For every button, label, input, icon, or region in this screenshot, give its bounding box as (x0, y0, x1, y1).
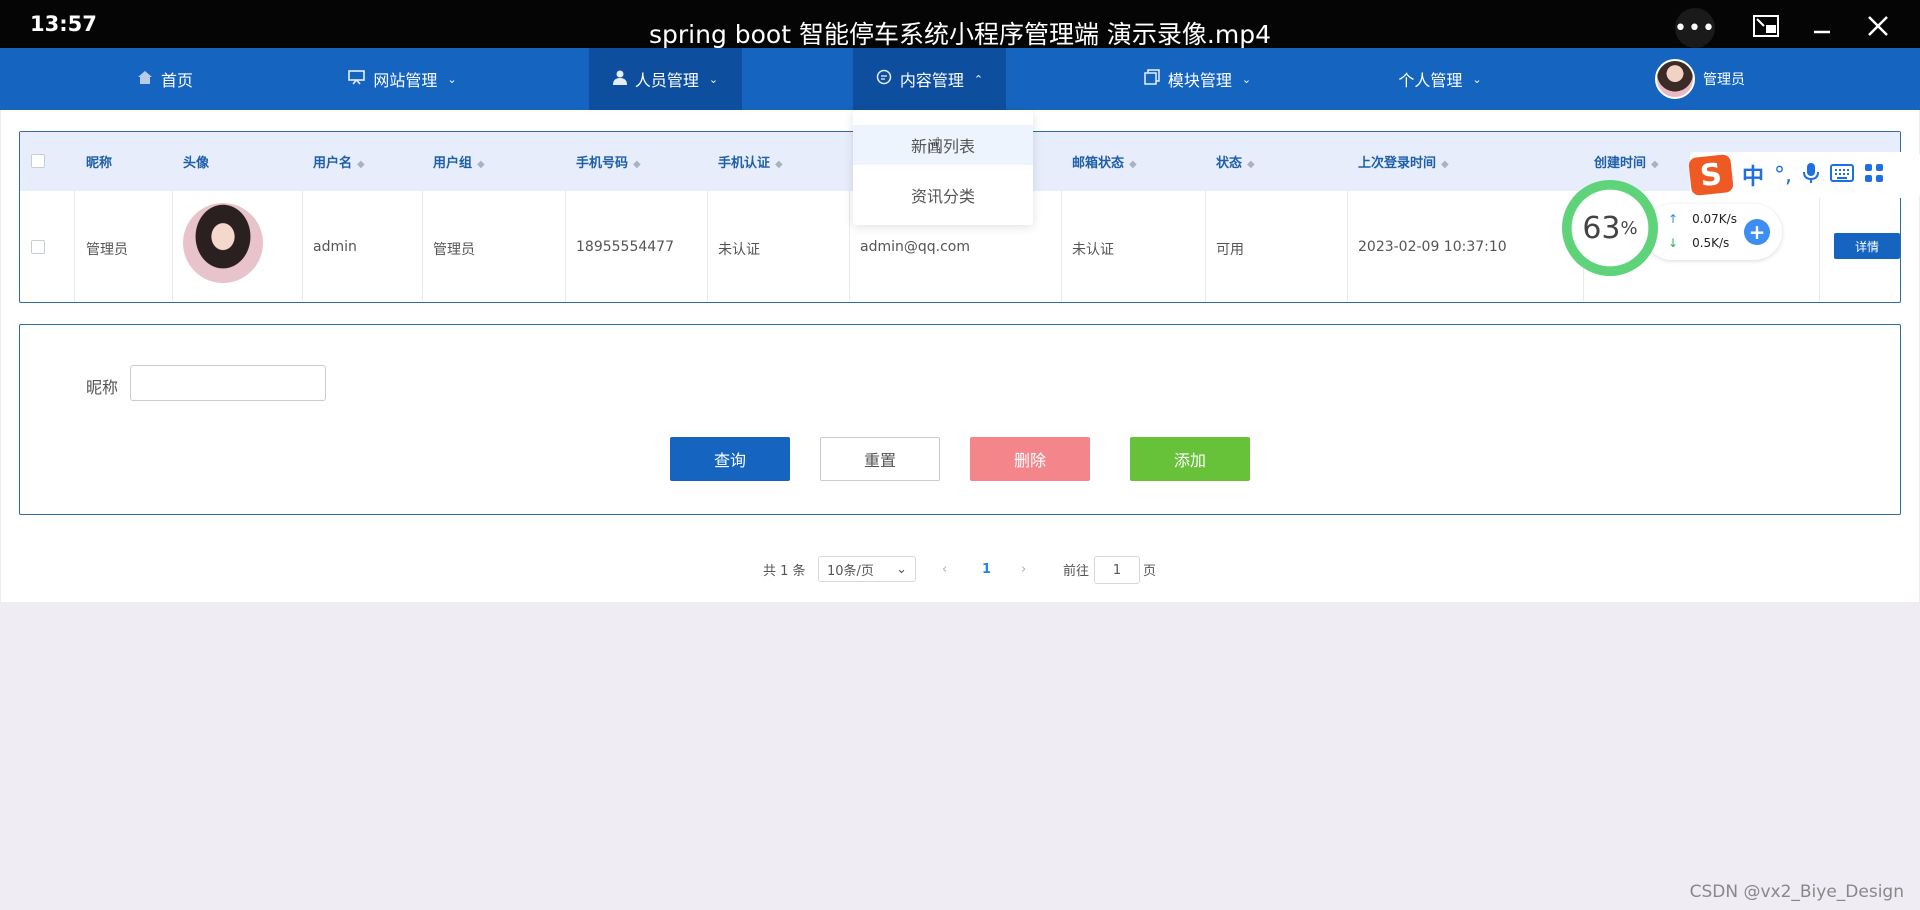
user-menu[interactable]: 管理员 (1650, 48, 1750, 110)
apps-grid-icon[interactable] (1864, 163, 1884, 187)
sort-icon: ◆ (1441, 159, 1449, 170)
nav-site-label: 网站管理 (373, 71, 438, 90)
detail-button[interactable]: 详情 (1834, 233, 1900, 259)
nav-home-label: 首页 (160, 71, 193, 90)
window-title: spring boot 智能停车系统小程序管理端 演示录像.mp4 (648, 20, 1271, 49)
search-form: 昵称 查询 重置 删除 添加 (19, 324, 1901, 515)
cell-phone: 18955554477 (576, 239, 674, 255)
reset-button[interactable]: 重置 (820, 437, 940, 481)
th-avatar: 头像 (183, 156, 210, 171)
cell-group: 管理员 (433, 242, 475, 258)
cell-status: 可用 (1216, 242, 1244, 258)
delete-button[interactable]: 删除 (970, 437, 1090, 481)
close-icon[interactable] (1858, 8, 1898, 44)
sort-icon: ◆ (1651, 159, 1659, 170)
nav-site-management[interactable]: 网站管理 ⌄ (330, 48, 475, 110)
prev-page-icon[interactable]: ‹ (942, 556, 947, 582)
menu-item-news-list[interactable]: 新闻列表 (853, 125, 1033, 165)
chevron-down-icon: ⌄ (447, 72, 457, 86)
sort-icon: ◆ (1247, 159, 1255, 170)
cell-username: admin (313, 239, 357, 255)
nav-content-management[interactable]: 内容管理 ⌃ (853, 48, 1006, 110)
user-name: 管理员 (1703, 72, 1745, 88)
nav-personal-label: 个人管理 (1398, 71, 1463, 90)
th-group[interactable]: 用户组 ◆ (433, 152, 485, 171)
add-button[interactable]: 添加 (1130, 437, 1250, 481)
chevron-down-icon: ⌄ (896, 561, 907, 577)
page-size-select[interactable]: 10条/页 ⌄ (818, 556, 916, 582)
page-suffix: 页 (1143, 563, 1157, 579)
memory-percent: 63 (1582, 210, 1621, 246)
th-created[interactable]: 创建时间 ◆ (1594, 152, 1659, 171)
chevron-down-icon: ⌄ (1472, 72, 1482, 86)
select-all-checkbox[interactable] (31, 154, 45, 168)
cell-email-status: 未认证 (1072, 242, 1114, 258)
memory-usage-ring[interactable]: 63% (1562, 180, 1658, 276)
pip-icon[interactable] (1746, 8, 1786, 44)
hand-cursor-icon: ☝ (928, 134, 942, 159)
sort-icon: ◆ (775, 159, 783, 170)
sort-icon: ◆ (357, 159, 365, 170)
th-phone[interactable]: 手机号码 ◆ (576, 152, 641, 171)
cell-nickname: 管理员 (86, 242, 128, 258)
query-button[interactable]: 查询 (670, 437, 790, 481)
watermark: CSDN @vx2_Biye_Design (1689, 882, 1904, 902)
upload-arrow-icon: ↑ (1668, 212, 1679, 226)
content-dropdown-menu: 新闻列表 资讯分类 (853, 110, 1033, 225)
nav-module-label: 模块管理 (1167, 71, 1232, 90)
chevron-up-icon: ⌃ (973, 72, 984, 86)
th-status[interactable]: 状态 ◆ (1216, 152, 1255, 171)
download-arrow-icon: ↓ (1668, 236, 1679, 250)
goto-page-input[interactable]: 1 (1094, 556, 1140, 584)
nav-module-management[interactable]: 模块管理 ⌄ (1130, 48, 1265, 110)
sort-icon: ◆ (477, 159, 485, 170)
copy-icon (1144, 69, 1160, 89)
nickname-input[interactable] (130, 365, 326, 401)
avatar (1655, 59, 1695, 99)
user-icon (612, 70, 627, 89)
user-avatar (183, 203, 263, 283)
th-email-status[interactable]: 邮箱状态 ◆ (1072, 152, 1137, 171)
nav-home[interactable]: 首页 (110, 48, 220, 110)
plus-icon[interactable]: + (1744, 219, 1770, 245)
chat-icon (876, 69, 892, 89)
video-titlebar: 13:57 spring boot 智能停车系统小程序管理端 演示录像.mp4 … (0, 0, 1920, 49)
cell-phone-auth: 未认证 (718, 242, 760, 258)
th-phone-auth[interactable]: 手机认证 ◆ (718, 152, 783, 171)
th-nickname[interactable]: 昵称 (86, 152, 112, 171)
network-speed-widget: ↑ 0.07K/s ↓ 0.5K/s + 63% (1562, 180, 1786, 280)
more-icon[interactable]: ••• (1674, 8, 1715, 48)
chevron-down-icon: ⌄ (708, 72, 719, 86)
nickname-label: 昵称 (86, 378, 119, 397)
keyboard-icon[interactable] (1830, 164, 1855, 186)
nav-personal-management[interactable]: 个人管理 ⌄ (1390, 48, 1490, 110)
nav-content-label: 内容管理 (899, 71, 964, 90)
row-checkbox[interactable] (31, 240, 45, 254)
next-page-icon[interactable]: › (1021, 556, 1026, 582)
sort-icon: ◆ (1129, 159, 1137, 170)
th-username[interactable]: 用户名 ◆ (313, 152, 365, 171)
speed-card: ↑ 0.07K/s ↓ 0.5K/s + (1644, 204, 1782, 260)
page-number-current[interactable]: 1 (982, 556, 991, 582)
cell-last-login: 2023-02-09 10:37:10 (1358, 239, 1507, 255)
menu-item-info-category[interactable]: 资讯分类 (853, 175, 1033, 215)
pagination-total: 共 1 条 (763, 563, 806, 579)
microphone-icon[interactable] (1802, 162, 1820, 188)
chevron-down-icon: ⌄ (1241, 72, 1252, 86)
th-last-login[interactable]: 上次登录时间 ◆ (1358, 152, 1449, 171)
sort-icon: ◆ (633, 159, 641, 170)
home-icon (137, 70, 153, 89)
download-speed: 0.5K/s (1692, 236, 1730, 250)
cell-email: admin@qq.com (860, 239, 970, 255)
nav-personnel-management[interactable]: 人员管理 ⌄ (589, 48, 742, 110)
goto-label: 前往 (1063, 563, 1090, 579)
page-size-value: 10条/页 (827, 563, 874, 579)
minimize-icon[interactable] (1802, 8, 1842, 44)
nav-personnel-label: 人员管理 (634, 71, 699, 90)
screen-icon (348, 69, 366, 89)
upload-speed: 0.07K/s (1692, 212, 1737, 226)
main-nav: 首页 网站管理 ⌄ 人员管理 ⌄ 内容管理 ⌃ 模块管理 ⌄ 个人管理 ⌄ 管理… (0, 48, 1920, 110)
